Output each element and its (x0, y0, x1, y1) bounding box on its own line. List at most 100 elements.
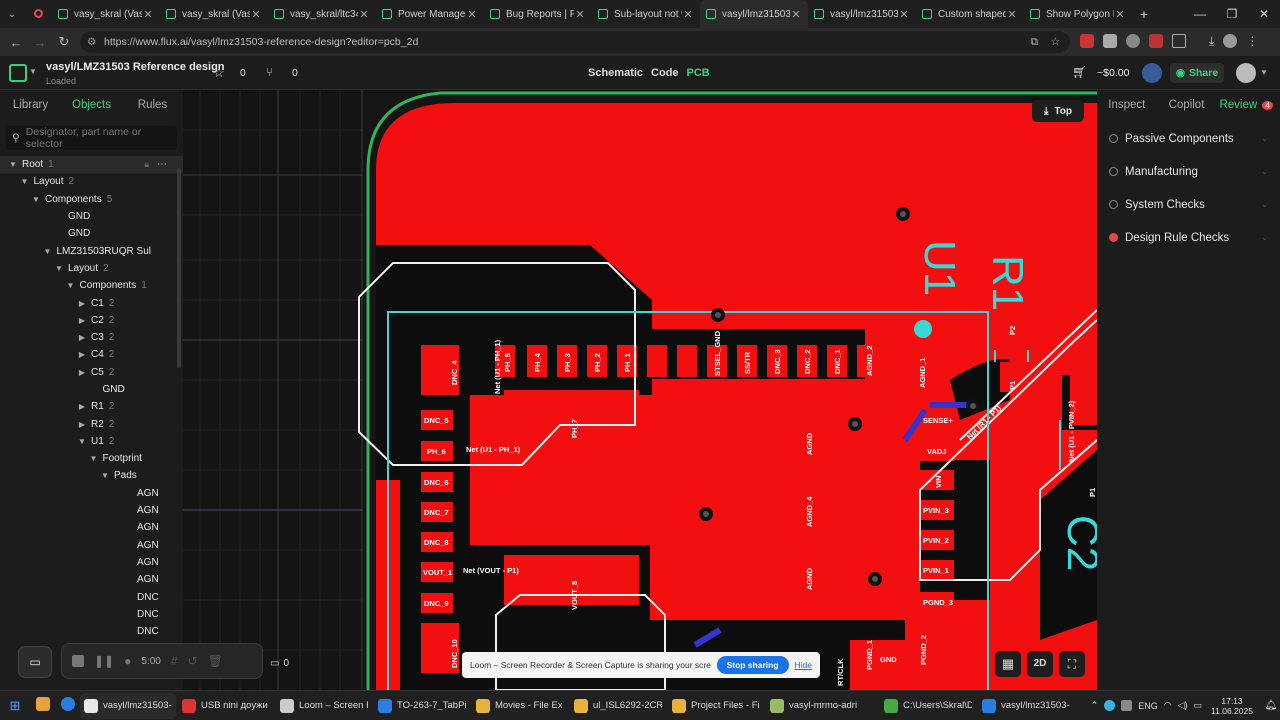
tree-row[interactable]: ▶ C1 2 (0, 294, 183, 311)
taskbar-app-button[interactable]: USB nini доужи (178, 693, 274, 719)
review-check-item[interactable]: Manufacturing ⌄ (1097, 155, 1280, 188)
tree-row[interactable]: ▶ C4 2 (0, 346, 183, 363)
tab-inspect[interactable]: Inspect (1097, 99, 1157, 111)
chevron-right-icon[interactable]: ▶ (77, 420, 87, 429)
chevron-down-icon[interactable]: ⌄ (1261, 200, 1268, 209)
lock-icon[interactable]: 🔒︎ (144, 159, 149, 170)
tree-row[interactable]: DNC (0, 623, 183, 640)
browser-tab[interactable]: Custom shaped ✕ (916, 0, 1024, 28)
tree-row[interactable]: AGN (0, 519, 183, 536)
cast-icon[interactable]: ⧉ (1031, 31, 1039, 53)
tree-row[interactable]: DNC (0, 588, 183, 605)
tab-objects[interactable]: Objects (61, 99, 122, 111)
chevron-right-icon[interactable]: ▶ (77, 402, 87, 411)
tree-row[interactable]: ▼ Footprint (0, 450, 183, 467)
chevron-down-icon[interactable]: ▼ (31, 195, 41, 204)
tree-row[interactable]: AGN (0, 537, 183, 554)
browser-tab[interactable]: vasy_skral (Vasyl✕ (52, 0, 160, 28)
extension-icon-3[interactable] (1126, 34, 1140, 48)
chevron-right-icon[interactable]: ▶ (77, 316, 87, 325)
comments-counter[interactable]: ▭ 0 (270, 652, 300, 674)
tree-row[interactable]: ▼ Components 1 (0, 277, 183, 294)
user-avatar[interactable] (1142, 63, 1162, 83)
account-avatar[interactable] (1236, 63, 1256, 83)
chevron-down-icon[interactable]: ⌄ (1261, 167, 1268, 176)
wifi-icon[interactable]: ◠ (1164, 700, 1172, 711)
chevron-down-icon[interactable]: ▼ (43, 247, 53, 256)
close-tab-icon[interactable]: ✕ (790, 8, 802, 21)
delete-icon[interactable]: 🗑︎ (208, 654, 223, 668)
logo-dropdown-icon[interactable]: ▼ (29, 67, 37, 76)
view-tab-code[interactable]: Code (651, 67, 679, 79)
browser-tab[interactable]: vasy_skral (Vasyl✕ (160, 0, 268, 28)
taskbar-app-button[interactable]: vasyl/lmz31503-r (978, 693, 1074, 719)
mic-icon[interactable]: ● (124, 654, 131, 668)
chevron-down-icon[interactable]: ▼ (20, 177, 30, 186)
account-dropdown-icon[interactable]: ▼ (1260, 68, 1268, 77)
taskbar-app-button[interactable]: vasyl/lmz31503-r (80, 692, 176, 719)
chevron-down-icon[interactable]: ⌄ (1261, 233, 1268, 242)
tree-row[interactable]: ▼ Layout 2 (0, 173, 183, 190)
profile-avatar[interactable] (1223, 34, 1238, 48)
pause-icon[interactable]: ❚❚ (94, 654, 114, 668)
chevron-down-icon[interactable]: ▼ (66, 281, 76, 290)
tree-row[interactable]: ▶ R1 2 (0, 398, 183, 415)
tree-row[interactable]: ▼ LMZ31503RUQR Sul (0, 242, 183, 259)
tree-row[interactable]: ▼ Components 5 (0, 191, 183, 208)
extensions-puzzle-icon[interactable] (1172, 34, 1186, 48)
clock[interactable]: 17:13 11.06.2025 (1202, 696, 1262, 716)
tree-row[interactable]: AGN (0, 571, 183, 588)
close-tab-icon[interactable]: ✕ (898, 8, 910, 21)
fullscreen-button[interactable]: ⛶ (1059, 651, 1085, 677)
layer-top-button[interactable]: ⤓ Top (1032, 100, 1084, 122)
review-check-item[interactable]: System Checks ⌄ (1097, 188, 1280, 221)
view-tab-pcb[interactable]: PCB (687, 67, 710, 79)
review-check-item[interactable]: Design Rule Checks ⌄ (1097, 221, 1280, 254)
start-button[interactable]: ⊞ (0, 698, 30, 714)
close-tab-icon[interactable]: ✕ (466, 8, 478, 21)
taskbar-app-button[interactable]: C:\Users\Skral\Di (880, 693, 976, 719)
tree-scrollbar[interactable] (177, 168, 181, 368)
chevron-right-icon[interactable]: ▶ (77, 368, 87, 377)
close-tab-icon[interactable]: ✕ (142, 8, 154, 21)
chevron-down-icon[interactable]: ▼ (77, 437, 87, 446)
pcb-drawing[interactable]: U1 R1 C2 DNC_5 PH_6 DNC_6 DNC_7 DNC_8 VO… (183, 90, 1097, 690)
view-mode-2d-button[interactable]: 2D (1027, 651, 1053, 677)
tray-app-icon-2[interactable] (1121, 700, 1133, 711)
forward-button[interactable]: → (28, 35, 52, 50)
tab-copilot[interactable]: Copilot (1157, 99, 1217, 111)
close-tab-icon[interactable]: ✕ (250, 8, 262, 21)
project-title[interactable]: vasyl/LMZ31503 Reference design (46, 61, 225, 73)
tray-app-icon-1[interactable] (1104, 700, 1116, 711)
chevron-down-icon[interactable]: ⌄ (1261, 134, 1268, 143)
pcb-canvas[interactable]: U1 R1 C2 DNC_5 PH_6 DNC_6 DNC_7 DNC_8 VO… (183, 90, 1097, 690)
tab-search-button[interactable]: ⌄ (0, 9, 24, 20)
tray-chevron-icon[interactable]: ⌃ (1091, 700, 1099, 711)
language-indicator[interactable]: ENG (1138, 701, 1158, 711)
close-window-button[interactable]: ✕ (1248, 7, 1280, 21)
tab-rules[interactable]: Rules (122, 99, 183, 111)
widgets-icon[interactable] (30, 697, 56, 714)
browser-tab[interactable]: Bug Reports | Flu✕ (484, 0, 592, 28)
taskbar-app-button[interactable]: ul_ISL6292-2CR3 (570, 693, 666, 719)
tree-row[interactable]: GND (0, 381, 183, 398)
battery-icon[interactable]: ▭ (1193, 700, 1202, 711)
tab-review[interactable]: Review 4 (1216, 99, 1276, 111)
browser-tab[interactable]: Sub-layout not w ✕ (592, 0, 700, 28)
tree-row[interactable]: GND (0, 225, 183, 242)
site-info-icon[interactable]: ⚙ (87, 31, 96, 53)
draw-icon[interactable]: # (171, 654, 178, 668)
back-button[interactable]: ← (4, 35, 28, 50)
extension-icon-1[interactable] (1080, 34, 1094, 48)
close-tab-icon[interactable]: ✕ (1114, 8, 1126, 21)
maximize-button[interactable]: ❐ (1216, 7, 1248, 21)
tree-row[interactable]: AGN (0, 502, 183, 519)
chevron-down-icon[interactable]: ▼ (89, 454, 99, 463)
tray-icons[interactable]: ⌃ ENG ◠ ◁) ▭ (1091, 700, 1202, 711)
bookmark-star-icon[interactable]: ☆ (1051, 31, 1060, 53)
view-tab-schematic[interactable]: Schematic (588, 67, 643, 79)
camera-toggle-button[interactable]: ▭ (18, 646, 52, 678)
taskbar-app-button[interactable]: vasyl-mrmo-adri (766, 693, 878, 719)
tree-row[interactable]: ▼ U1 2 (0, 433, 183, 450)
close-tab-icon[interactable]: ✕ (1006, 8, 1018, 21)
